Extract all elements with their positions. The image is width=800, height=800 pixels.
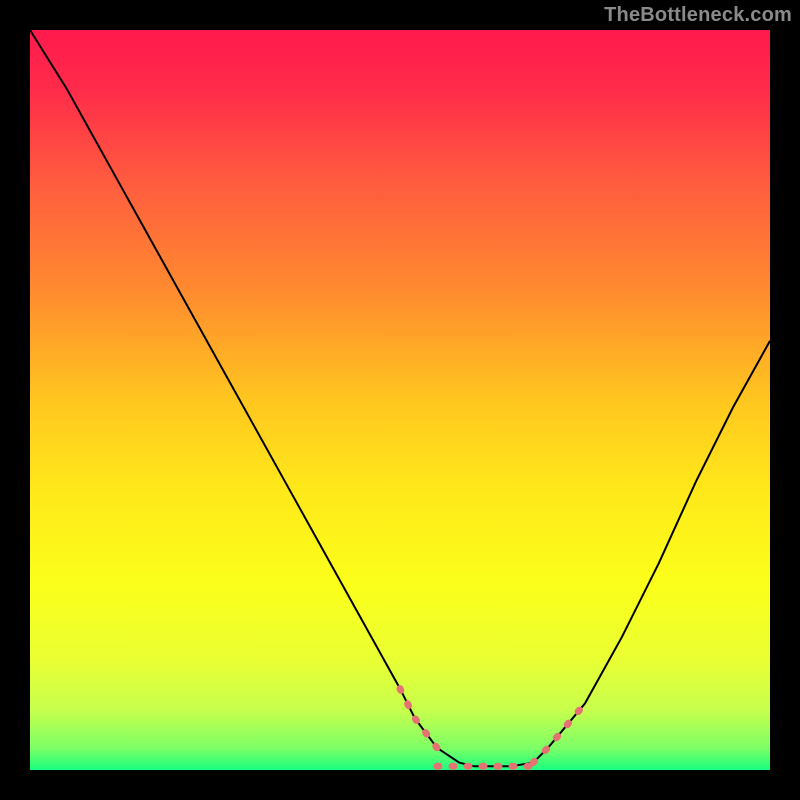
gradient-bg [30,30,770,770]
chart-svg [30,30,770,770]
plot-area [30,30,770,770]
chart-stage: TheBottleneck.com [0,0,800,800]
watermark-text: TheBottleneck.com [604,4,792,27]
